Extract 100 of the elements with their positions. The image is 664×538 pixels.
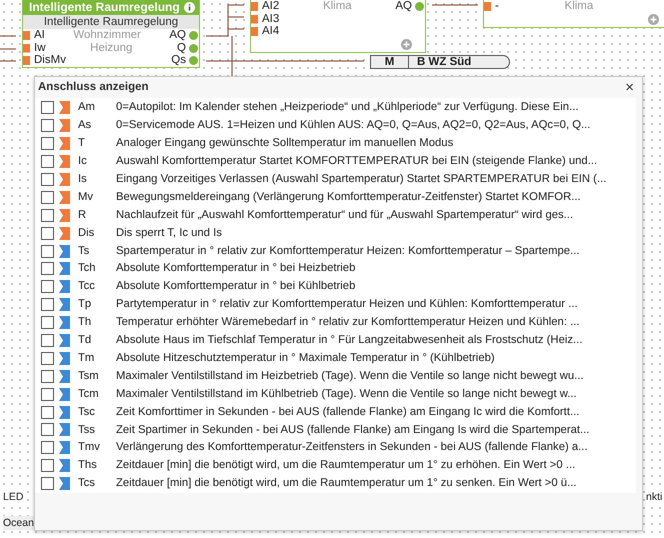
checkbox[interactable] (41, 208, 54, 222)
checkbox[interactable] (41, 316, 54, 330)
checkbox[interactable] (41, 101, 54, 114)
connector-description: Absolute Hitzeschutztemperatur in ° Maximale Temperatur in ° (Kühlbetrieb) (116, 350, 495, 366)
connector-icon (59, 388, 70, 401)
connector-icon (59, 352, 70, 365)
connector-code: Tcs (77, 476, 96, 492)
port-label: AI (34, 29, 45, 42)
checkbox[interactable] (41, 298, 54, 312)
connector-code: Dis (77, 226, 96, 241)
connector-icon (59, 316, 70, 330)
checkbox[interactable] (41, 388, 54, 401)
connector-code: Tcc (77, 279, 96, 294)
block-subtitle: Intelligente Raumregelung (23, 15, 199, 29)
port-label: AI4 (262, 25, 280, 38)
tag-label: Ocean (3, 516, 34, 530)
connector-icon (59, 459, 70, 472)
port-label: Iw (34, 42, 46, 54)
tag-mode: M (371, 56, 409, 68)
connector-description: Absolute Komforttemperatur in ° bei Kühlbetrieb (116, 279, 356, 294)
connector-icon (59, 101, 70, 114)
dialog-title: Anschluss anzeigen (38, 80, 149, 95)
port-label: DisMv (34, 54, 66, 66)
connector-code: Ths (77, 458, 98, 474)
connector-description: Analoger Eingang gewünschte Solltemperatur im manuellen Modus (116, 136, 454, 152)
port-label: Q (177, 42, 186, 54)
function-block[interactable]: AI2 Klima AQ AI3 AI4 (250, 0, 426, 52)
connector-description: Eingang Vorzeitiges Verlassen (Auswahl Spartemperatur) Startet SPARTEMPERATUR bei EIN (... (116, 172, 606, 188)
connector-code: Th (77, 315, 92, 330)
function-block[interactable]: - Klima (483, 0, 664, 28)
checkbox[interactable] (41, 173, 54, 186)
connector-code: Tss (77, 422, 96, 438)
block-label: Klima (564, 0, 594, 12)
connector-code: Mv (77, 190, 94, 205)
checkbox[interactable] (41, 352, 54, 365)
connector-code: Tsc (77, 404, 96, 420)
connector-description: Bewegungsmeldereingang (Verlängerung Komforttemperatur-Zeitfenster) Startet KOMFOR... (116, 190, 581, 205)
checkbox[interactable] (41, 477, 54, 490)
checkbox[interactable] (41, 137, 54, 150)
connector-description: Absolute Komforttemperatur in ° bei Heizbetrieb (116, 261, 356, 276)
checkbox[interactable] (41, 119, 54, 132)
connector-description: 0=Servicemode AUS. 1=Heizen und Kühlen AUS: AQ=0, Q=Aus, AQ2=0, Q2=Aus, AQc=0, Q... (116, 118, 590, 134)
function-block[interactable]: Intelligente Raumregelung Intelligente Raumregelung AI Wohnzimmer AQ Iw Heizung Q DisMv Qs (22, 0, 200, 68)
connector-code: R (77, 208, 88, 223)
tag-label: nkti (646, 490, 662, 504)
connector-description: Maximaler Ventilstillstand im Heizbetrieb (Tage). Wenn die Ventile so lange nicht bewegt wu... (116, 368, 584, 384)
connector-code: Tp (77, 297, 92, 312)
close-button[interactable]: × (623, 80, 636, 94)
connector-icon (59, 280, 70, 294)
port-label: AI3 (262, 12, 280, 25)
connector-icon (59, 119, 70, 132)
checkbox[interactable] (41, 441, 54, 454)
checkbox[interactable] (41, 244, 54, 258)
connector-code: As (77, 118, 92, 134)
checkbox[interactable] (41, 406, 54, 419)
connector-code: Am (77, 100, 96, 116)
port-label: Qs (171, 54, 186, 66)
connector-description: Spartemperatur in ° relativ zur Komforttemperatur Heizen: Komforttemperatur – Spartempe... (116, 244, 580, 259)
input-port[interactable] (484, 2, 491, 11)
connector-icon (59, 190, 70, 204)
checkbox[interactable] (41, 370, 54, 383)
port-label: AI2 (262, 0, 280, 12)
connector-icon (59, 477, 70, 490)
block-title: Intelligente Raumregelung (29, 0, 180, 15)
checkbox[interactable] (41, 155, 54, 168)
connector-icon (59, 208, 70, 222)
connector-description: Zeit Komforttimer in Sekunden - bei AUS (fallende Flanke) am Eingang Ic wird die Komfortt... (116, 404, 580, 420)
connector-description: 0=Autopilot: Im Kalender stehen „Heizperiode“ und „Kühlperiode“ zur Verfügung. Diese Ein... (116, 100, 578, 116)
checkbox[interactable] (41, 226, 54, 240)
connector-code: Ic (77, 154, 88, 170)
connector-icon (59, 298, 70, 312)
connector-icon (59, 137, 70, 150)
connector-code: Td (77, 333, 92, 348)
checkbox[interactable] (41, 334, 54, 348)
connector-icon (59, 370, 70, 383)
tag-name: B WZ Süd (416, 56, 472, 68)
tag-block[interactable]: M B WZ Süd (370, 55, 510, 69)
connector-icon (59, 334, 70, 348)
connector-description: Temperatur erhöhter Wäremebedarf in ° relativ zur Komforttemperatur Heizen und Kühlen: ... (116, 315, 580, 330)
checkbox[interactable] (41, 423, 54, 436)
connector-icon (59, 226, 70, 240)
checkbox[interactable] (41, 190, 54, 204)
connector-description: Maximaler Ventilstillstand im Kühlbetrieb (Tage). Wenn die Ventile so lange nicht bewegt w... (116, 386, 577, 402)
port-label: AQ (395, 0, 412, 12)
connector-code: Tmv (77, 440, 101, 456)
port-label: - (495, 0, 499, 12)
connector-code: Tm (77, 350, 96, 366)
port-label: AQ (169, 29, 186, 42)
connector-icon (59, 441, 70, 454)
block-label: Klima (322, 0, 353, 12)
connector-code: T (77, 136, 86, 152)
checkbox[interactable] (41, 280, 54, 294)
tag-label: LED (3, 490, 24, 504)
connector-code: Is (77, 172, 88, 188)
connector-code: Tsm (77, 368, 100, 384)
checkbox[interactable] (41, 459, 54, 472)
connector-description: Nachlaufzeit für „Auswahl Komforttemperatur“ und für „Auswahl Spartemperatur“ wird ges... (116, 208, 574, 223)
info-icon[interactable] (184, 2, 195, 13)
connector-code: Tcm (77, 386, 100, 402)
checkbox[interactable] (41, 262, 54, 276)
